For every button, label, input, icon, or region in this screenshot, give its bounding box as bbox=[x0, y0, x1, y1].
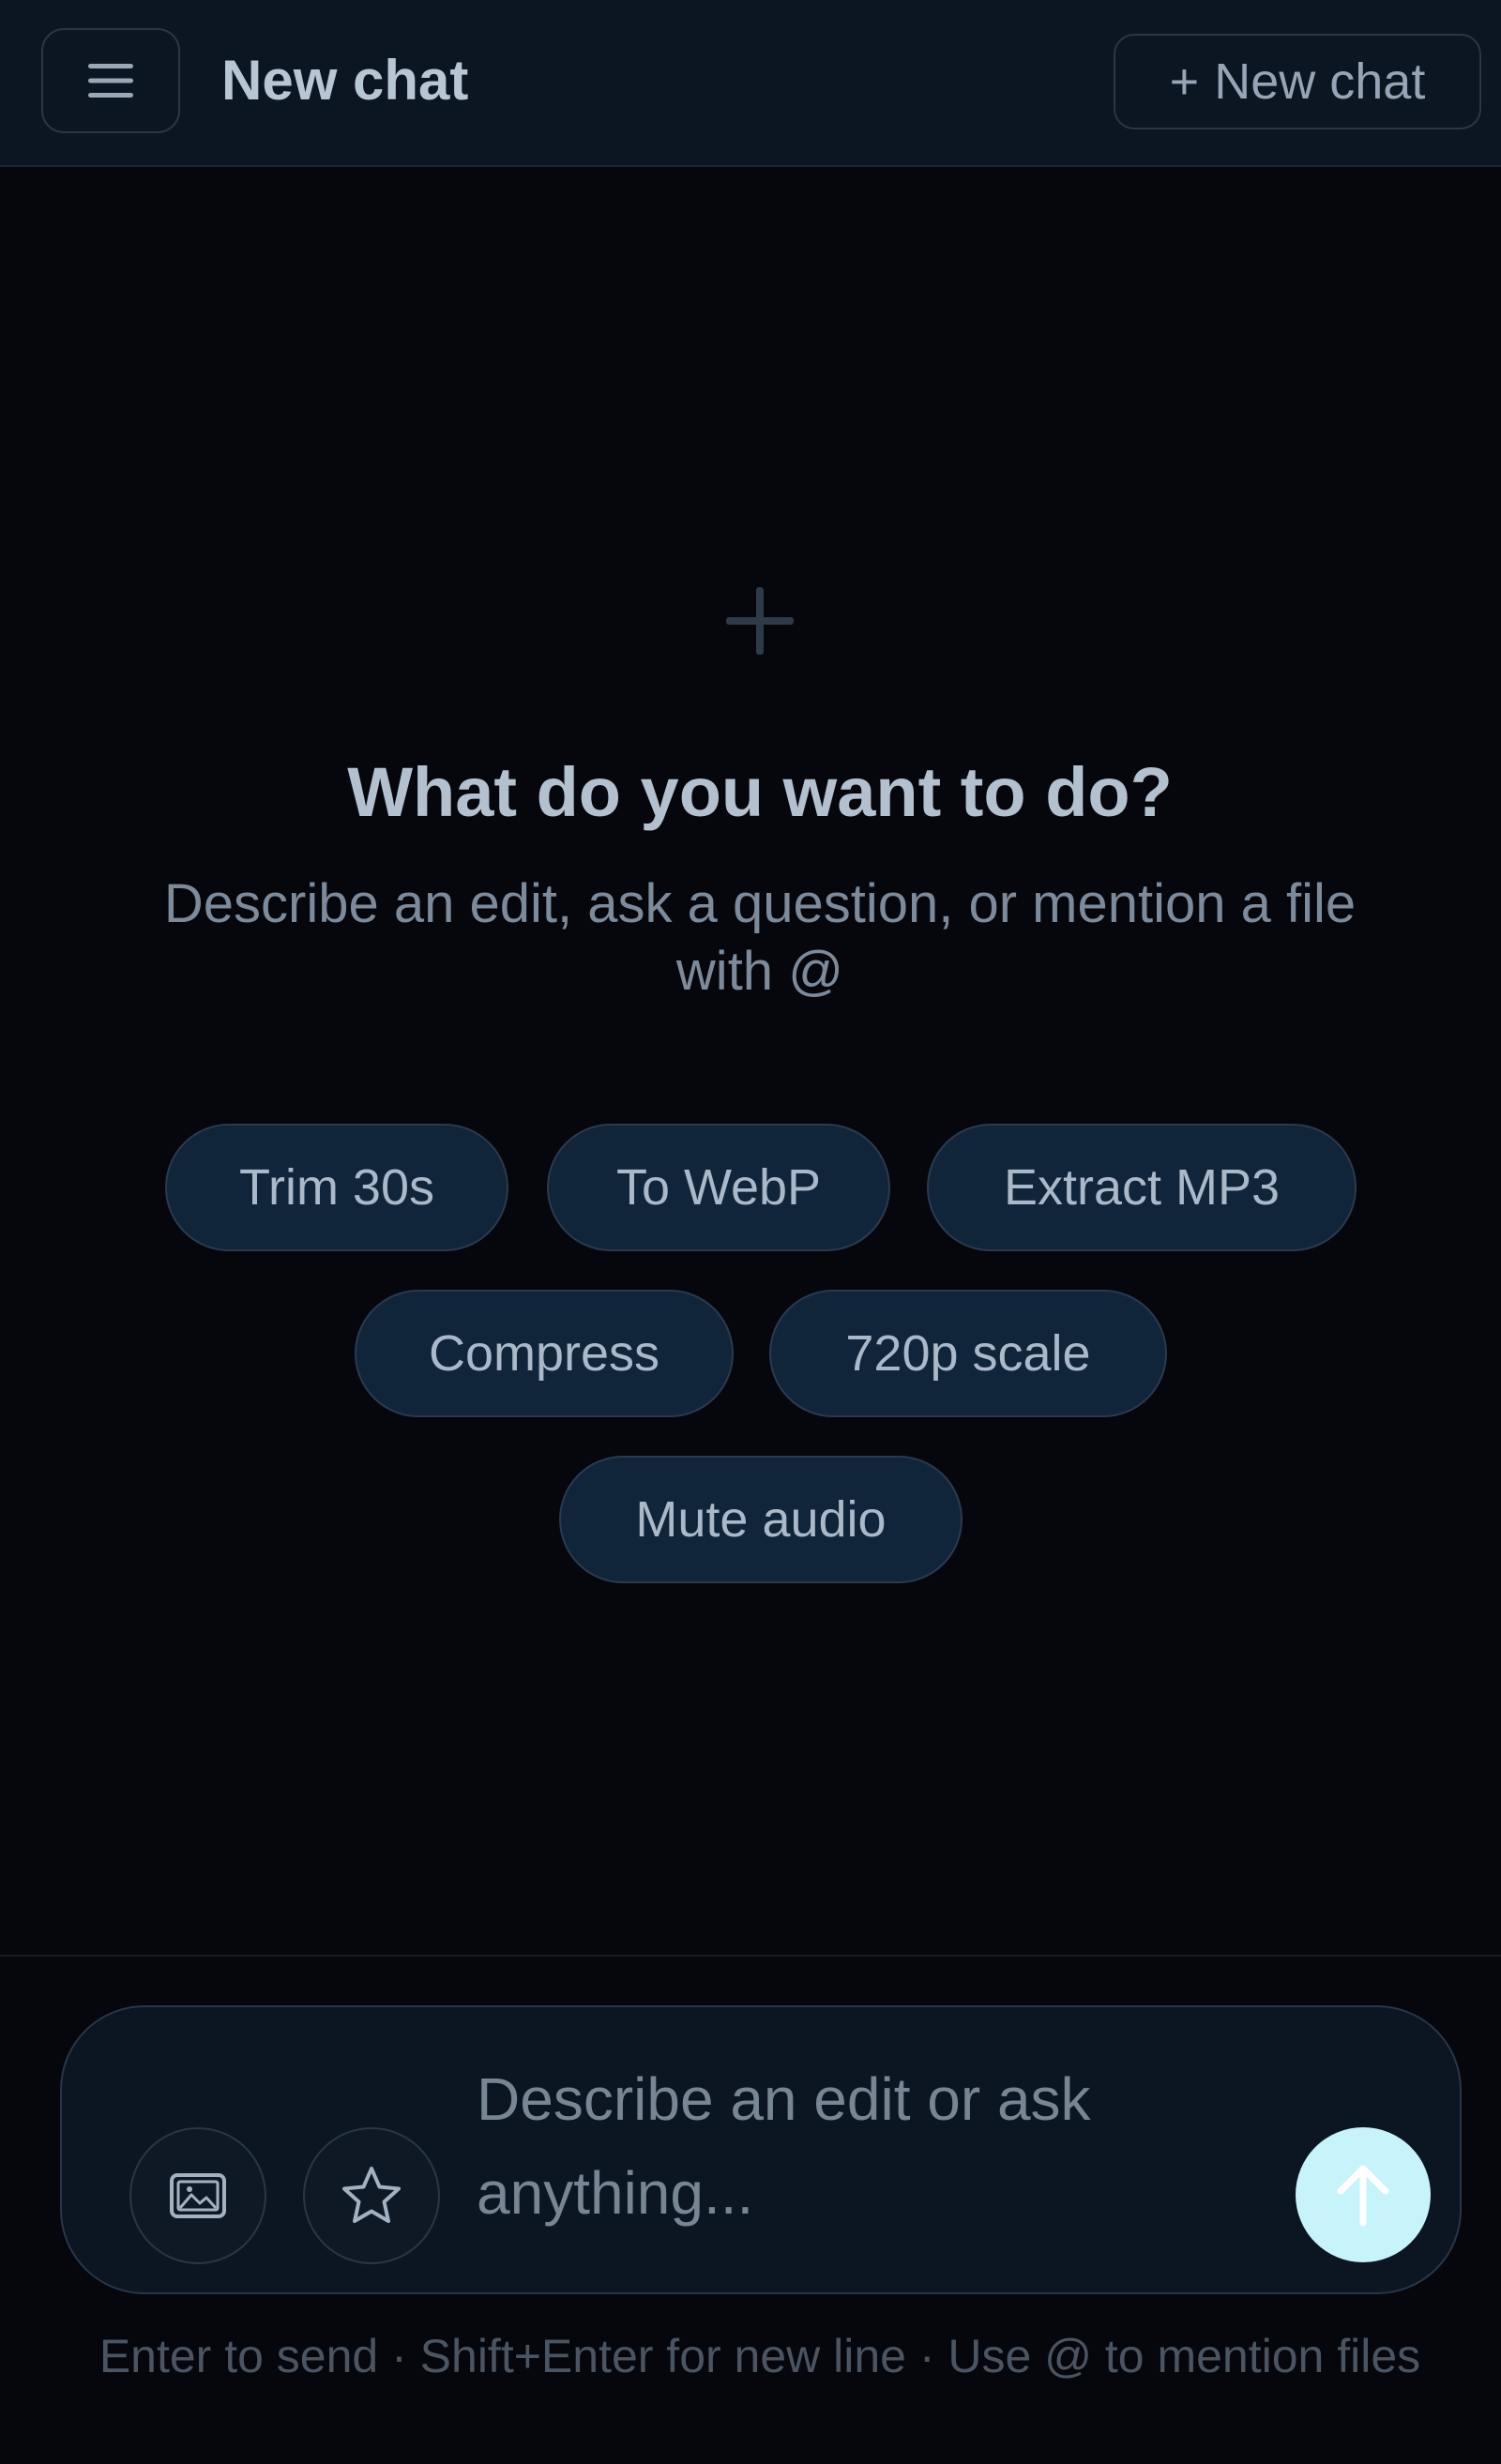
chip-compress[interactable]: Compress bbox=[355, 1290, 734, 1417]
top-bar: New chat + New chat bbox=[0, 0, 1501, 167]
new-chat-button[interactable]: + New chat bbox=[1114, 34, 1481, 129]
composer-divider bbox=[0, 1955, 1501, 1957]
attach-image-button[interactable] bbox=[129, 2127, 266, 2264]
favorite-prompts-button[interactable] bbox=[303, 2127, 440, 2264]
star-icon bbox=[342, 2167, 401, 2223]
image-icon bbox=[170, 2173, 226, 2218]
empty-state-subtitle: Describe an edit, ask a question, or men… bbox=[163, 873, 1357, 1002]
plus-icon bbox=[726, 587, 794, 655]
menu-button[interactable] bbox=[41, 28, 180, 133]
plus-icon: + bbox=[1169, 53, 1200, 110]
chat-page: New chat + New chat What do you want to … bbox=[0, 0, 1501, 2464]
send-button[interactable] bbox=[1296, 2127, 1431, 2262]
chip-720p-scale[interactable]: 720p scale bbox=[769, 1290, 1167, 1417]
hamburger-menu-icon bbox=[88, 64, 133, 98]
new-chat-label: New chat bbox=[1214, 53, 1426, 110]
empty-state-title: What do you want to do? bbox=[347, 753, 1173, 831]
composer-hint: Enter to send · Shift+Enter for new line… bbox=[99, 2330, 1421, 2382]
page-title: New chat bbox=[221, 49, 469, 112]
chip-trim-30s[interactable]: Trim 30s bbox=[165, 1124, 508, 1251]
arrow-up-icon bbox=[1337, 2165, 1389, 2227]
chip-mute-audio[interactable]: Mute audio bbox=[559, 1456, 963, 1583]
chip-extract-mp3[interactable]: Extract MP3 bbox=[927, 1124, 1357, 1251]
message-input[interactable]: Describe an edit or ask anything... bbox=[477, 2052, 1190, 2240]
chip-to-webp[interactable]: To WebP bbox=[547, 1124, 890, 1251]
